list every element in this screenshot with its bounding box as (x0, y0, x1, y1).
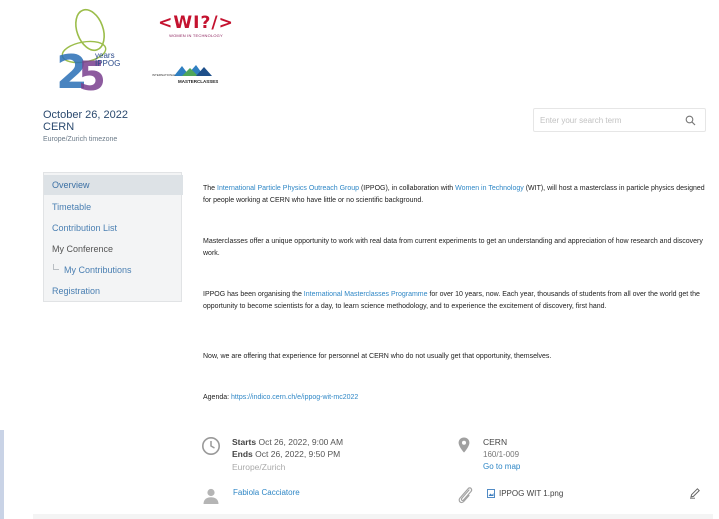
menu-item-timetable[interactable]: Timetable (44, 197, 183, 217)
menu-item-overview[interactable]: Overview (44, 175, 183, 195)
svg-text:INTERNATIONAL: INTERNATIONAL (152, 73, 176, 77)
description-paragraph-2: Masterclasses offer a unique opportunity… (203, 238, 703, 257)
agenda-label: Agenda: (203, 394, 232, 401)
attachment-file-link[interactable]: IPPOG WIT 1.png (499, 488, 563, 499)
image-file-icon (487, 489, 495, 498)
menu-item-contribution-list[interactable]: Contribution List (44, 218, 183, 238)
venue-room: 160/1-009 (483, 450, 520, 459)
menu-item-my-contributions-label: My Contributions (64, 265, 132, 275)
starts-value: Oct 26, 2022, 9:00 AM (256, 437, 344, 447)
women-in-technology-link[interactable]: Women in Technology (455, 185, 524, 192)
chairperson-link[interactable]: Fabiola Cacciatore (233, 487, 300, 498)
search-box (533, 108, 706, 132)
women-in-technology-logo[interactable]: <WI?/> WOMEN IN TECHNOLOGY (150, 14, 242, 48)
clock-icon (202, 437, 220, 455)
start-time: Starts Oct 26, 2022, 9:00 AM (232, 437, 343, 448)
international-masterclasses-logo[interactable]: INTERNATIONAL MASTERCLASSES (152, 62, 232, 88)
svg-text:MASTERCLASSES: MASTERCLASSES (178, 79, 218, 84)
menu-item-registration[interactable]: Registration (44, 281, 183, 301)
ends-value: Oct 26, 2022, 9:50 PM (252, 449, 341, 459)
go-to-map-link[interactable]: Go to map (483, 461, 520, 472)
international-masterclasses-link[interactable]: International Masterclasses Programme (304, 291, 428, 298)
location-pin-icon (458, 437, 470, 453)
description-paragraph-1: The International Particle Physics Outre… (203, 183, 713, 206)
bottom-divider (33, 514, 713, 519)
wit-logo-subtitle: WOMEN IN TECHNOLOGY (169, 33, 223, 38)
starts-label: Starts (232, 437, 257, 447)
ippog-25-years-logo[interactable]: 2 5 years IPPOG (50, 4, 130, 96)
p1-text-a: The (203, 185, 218, 192)
person-icon (203, 488, 219, 504)
search-input[interactable] (540, 113, 680, 128)
p3-text-a: IPPOG has been organising the (203, 291, 304, 298)
p1-text-b: (IPPOG), in collaboration with (359, 185, 456, 192)
menu-item-my-conference[interactable]: My Conference (44, 239, 183, 259)
event-place: CERN (43, 121, 75, 133)
details-timezone: Europe/Zurich (232, 462, 286, 472)
window-edge-strip (0, 430, 4, 519)
ippog-logo-graphic: 2 5 years IPPOG (56, 8, 120, 96)
event-menu: Overview Timetable Contribution List My … (43, 172, 183, 302)
venue-name: CERN (483, 437, 508, 447)
paperclip-icon (458, 487, 473, 504)
wit-logo-word: <WI?/> (158, 13, 234, 33)
menu-item-my-contributions[interactable]: My Contributions (44, 260, 183, 280)
ippog-link[interactable]: International Particle Physics Outreach … (217, 185, 359, 192)
description-paragraph-3: IPPOG has been organising the Internatio… (203, 289, 713, 312)
end-time: Ends Oct 26, 2022, 9:50 PM (232, 449, 340, 460)
ends-label: Ends (232, 449, 253, 459)
imc-logo-graphic: INTERNATIONAL MASTERCLASSES (152, 65, 218, 84)
agenda-link[interactable]: https://indico.cern.ch/e/ippog-wit-mc202… (231, 394, 358, 401)
svg-text:IPPOG: IPPOG (95, 59, 120, 68)
agenda-paragraph: Agenda: https://indico.cern.ch/e/ippog-w… (203, 392, 713, 404)
description-paragraph-4: Now, we are offering that experience for… (203, 353, 552, 360)
search-icon[interactable] (685, 115, 696, 126)
event-timezone: Europe/Zurich timezone (43, 136, 118, 143)
event-date: October 26, 2022 (43, 109, 129, 121)
submenu-branch-icon (53, 264, 59, 270)
edit-pencil-icon[interactable] (689, 487, 701, 499)
